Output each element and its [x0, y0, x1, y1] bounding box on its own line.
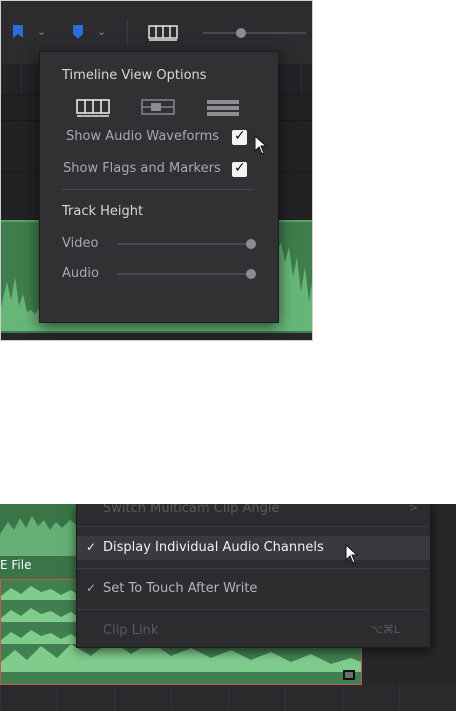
- video-height-label: Video: [62, 236, 99, 251]
- menu-item-switch-multicam[interactable]: Switch Multicam Clip Angle >: [77, 504, 430, 521]
- submenu-arrow-icon: >: [408, 504, 418, 514]
- checkmark-icon: ✓: [234, 128, 246, 144]
- menu-item-display-individual-audio-channels[interactable]: ✓ Display Individual Audio Channels: [77, 536, 430, 560]
- video-height-slider-track[interactable]: [117, 243, 251, 245]
- flag-icon[interactable]: [12, 25, 24, 39]
- show-flags-markers-checkbox[interactable]: ✓: [232, 160, 247, 177]
- track-grid: [0, 685, 456, 711]
- timeline-context-panel: E File Switch Multicam Clip Angle > ✓ Di…: [0, 504, 456, 711]
- show-flags-markers-label: Show Flags and Markers: [63, 161, 221, 176]
- clip-context-menu: Switch Multicam Clip Angle > ✓ Display I…: [76, 504, 431, 648]
- timeline-bottom-strip: [1, 333, 312, 340]
- view-stacked-thumbnails-icon[interactable]: [76, 98, 110, 118]
- flag-chevron-down-icon[interactable]: ⌄: [37, 25, 46, 38]
- menu-item-label: Display Individual Audio Channels: [103, 540, 324, 555]
- audio-height-label: Audio: [62, 266, 99, 281]
- clip-menu-icon[interactable]: [343, 670, 355, 680]
- menu-separator: [77, 526, 430, 527]
- empty-track-area: [0, 685, 456, 711]
- timeline-view-options-popup: Timeline View Options Show Audio Wavefor…: [39, 51, 279, 323]
- marker-icon[interactable]: [72, 25, 84, 39]
- audio-height-slider-knob[interactable]: [246, 269, 256, 279]
- checkmark-icon: ✓: [86, 581, 97, 595]
- timeline-view-panel: ⌄ ⌄ Timeline View Options Show Audio Wav…: [0, 0, 313, 341]
- menu-item-label: Clip Link: [103, 623, 159, 638]
- audio-height-slider-track[interactable]: [117, 273, 251, 275]
- shortcut-label: ⌥⌘L: [370, 623, 400, 636]
- show-audio-waveforms-checkbox[interactable]: ✓: [232, 128, 247, 145]
- mouse-pointer-icon: [254, 135, 268, 155]
- video-height-slider-knob[interactable]: [246, 239, 256, 249]
- menu-separator: [77, 609, 430, 610]
- marker-chevron-down-icon[interactable]: ⌄: [97, 25, 106, 38]
- checkmark-icon: ✓: [234, 160, 246, 176]
- checkmark-icon: ✓: [86, 540, 97, 554]
- track-height-title: Track Height: [62, 204, 144, 219]
- view-filmstrip-icon[interactable]: [141, 98, 175, 118]
- menu-separator: [77, 568, 430, 569]
- popup-separator: [62, 189, 254, 190]
- mouse-pointer-icon: [345, 544, 359, 564]
- menu-item-set-to-touch[interactable]: ✓ Set To Touch After Write: [77, 577, 430, 601]
- menu-item-label: Set To Touch After Write: [103, 581, 258, 596]
- timeline-view-options-icon[interactable]: [148, 25, 178, 41]
- show-audio-waveforms-label: Show Audio Waveforms: [66, 129, 220, 144]
- menu-item-clip-link[interactable]: Clip Link ⌥⌘L: [77, 619, 430, 643]
- clip-name-label: E File: [0, 558, 32, 572]
- zoom-slider-track[interactable]: [203, 32, 306, 34]
- zoom-slider-knob[interactable]: [236, 28, 247, 38]
- menu-item-label: Switch Multicam Clip Angle: [103, 504, 280, 516]
- view-simplified-icon[interactable]: [206, 98, 240, 118]
- popup-title: Timeline View Options: [62, 68, 207, 83]
- toolbar-divider: [127, 19, 128, 45]
- audio-waveform: [0, 516, 78, 556]
